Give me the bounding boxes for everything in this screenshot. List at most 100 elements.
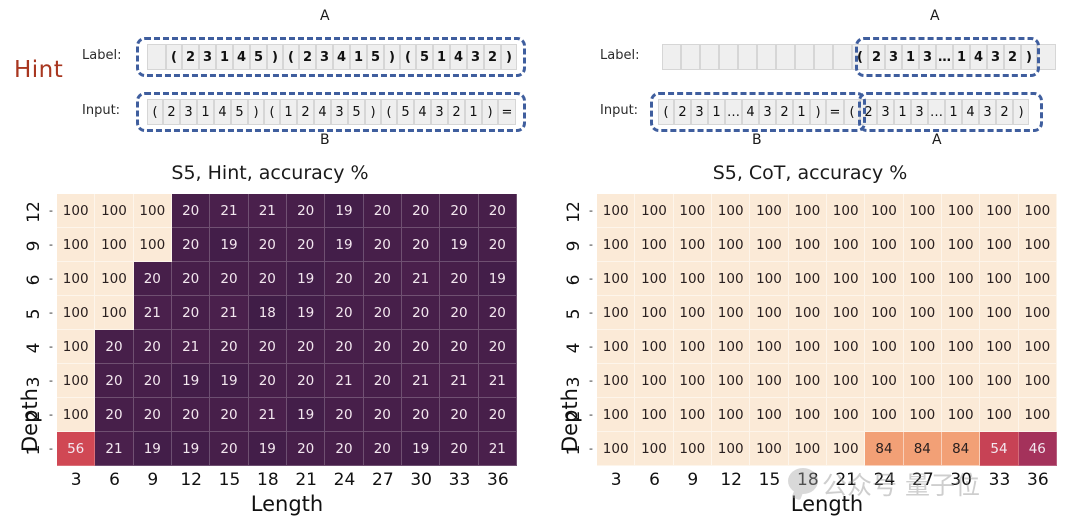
heatmap-cell: 100 xyxy=(635,330,674,364)
heatmap-cell: 100 xyxy=(711,194,751,228)
token-cell: ) xyxy=(1021,44,1037,70)
heatmap-cell: 20 xyxy=(248,330,287,364)
heatmap-cell: 20 xyxy=(133,330,172,364)
token-cell: 5 xyxy=(348,99,365,125)
x-axis-tick: 9 xyxy=(147,470,159,490)
heatmap-cell: 100 xyxy=(865,262,904,296)
input-row-caption-cot: Input: xyxy=(600,103,639,118)
heatmap-grid-cot: 100 100 100 100 100 100 100 100 100 100 100 100 100 1… xyxy=(597,194,1057,466)
token-cell xyxy=(776,44,795,70)
y-axis-tick: 9 xyxy=(24,240,44,252)
heatmap-cell: 100 xyxy=(941,296,981,330)
heatmap-cell: 100 xyxy=(1018,194,1057,228)
heatmap-cell: 100 xyxy=(865,194,904,228)
heatmap-cell: 100 xyxy=(941,330,981,364)
heatmap-cell: 19 xyxy=(478,262,517,296)
heatmap-cell: 100 xyxy=(711,330,751,364)
token-cell xyxy=(833,44,852,70)
diagram-hint: Hint A Label: Input: (2 3 1 4 5)(2 3 4 1 5)(5 1 4 3… xyxy=(0,0,540,152)
token-cell xyxy=(719,44,738,70)
y-axis-tick: 4 xyxy=(24,342,44,354)
heatmap-cell: 100 xyxy=(711,398,751,432)
heatmap-cell: 100 xyxy=(750,432,789,466)
heatmap-cell: 20 xyxy=(286,228,326,262)
heatmap-cell: 20 xyxy=(286,364,326,398)
token-cell: ) xyxy=(810,99,826,125)
x-axis-tick: 21 xyxy=(295,470,317,490)
heatmap-cell: 54 xyxy=(980,432,1019,466)
x-axis-tick: 15 xyxy=(758,470,781,490)
heatmap-cell: 20 xyxy=(440,262,479,296)
heatmap-cell: 100 xyxy=(597,330,636,364)
heatmap-cell: 100 xyxy=(903,296,942,330)
heatmap-cell: 100 xyxy=(788,228,827,262)
token-cell xyxy=(814,44,833,70)
heatmap-cell: 100 xyxy=(57,228,96,262)
heatmap-cell: 100 xyxy=(788,262,827,296)
heatmap-cell: 19 xyxy=(133,432,172,466)
heatmap-cell: 21 xyxy=(95,432,134,466)
heatmap-cell: 100 xyxy=(788,432,827,466)
heatmap-cell: 20 xyxy=(210,398,249,432)
x-axis-tick: 30 xyxy=(950,470,972,490)
x-axis-tick: 33 xyxy=(448,470,471,490)
token-cell: 2 xyxy=(868,44,885,70)
heatmap-cell: 100 xyxy=(980,228,1019,262)
heatmap-cell: 20 xyxy=(478,330,517,364)
heatmap-cell: 20 xyxy=(440,330,479,364)
heatmap-cell: 20 xyxy=(171,262,211,296)
heatmap-cell: 21 xyxy=(401,364,441,398)
token-cell: 1 xyxy=(793,99,810,125)
token-cell: 4 xyxy=(414,99,431,125)
heatmap-cell: 20 xyxy=(401,194,441,228)
heatmap-cell: 21 xyxy=(248,398,287,432)
marker-b-bottom-cot: B xyxy=(752,132,762,148)
heatmap-cell: 20 xyxy=(325,296,364,330)
heatmap-cell: 100 xyxy=(673,364,712,398)
heatmap-cell: 21 xyxy=(325,364,364,398)
token-cell: 1 xyxy=(350,44,367,70)
heatmap-cell: 100 xyxy=(1018,296,1057,330)
heatmap-cell: 100 xyxy=(903,398,942,432)
heatmap-cell: 100 xyxy=(635,194,674,228)
heatmap-cell: 20 xyxy=(363,228,402,262)
heatmap-cell: 100 xyxy=(133,194,172,228)
heatmap-cell: 20 xyxy=(440,194,479,228)
heatmap-cell: 100 xyxy=(95,262,134,296)
y-axis-tick-mark: - xyxy=(49,238,53,251)
heatmap-cell: 100 xyxy=(635,364,674,398)
token-cell: … xyxy=(936,44,953,70)
heatmap-cell: 100 xyxy=(1018,398,1057,432)
heatmap-cell: 100 xyxy=(711,228,751,262)
token-cell: ) xyxy=(384,44,400,70)
x-axis-tick: 33 xyxy=(988,470,1011,490)
token-cell: ( xyxy=(381,99,397,125)
heatmap-cell: 21 xyxy=(478,432,517,466)
y-axis-tick-mark: - xyxy=(49,204,53,217)
heatmap-cell: 20 xyxy=(478,228,517,262)
token-cell: … xyxy=(928,99,945,125)
token-cell: 3 xyxy=(316,44,333,70)
heatmap-cell: 20 xyxy=(133,398,172,432)
heatmap-cell: 100 xyxy=(1018,330,1057,364)
heatmap-cell: 100 xyxy=(826,398,866,432)
y-axis-tick-mark: - xyxy=(49,306,53,319)
heatmap-cell: 100 xyxy=(941,398,981,432)
heatmap-cell: 20 xyxy=(401,398,441,432)
token-cell: 2 xyxy=(448,99,465,125)
heatmap-cell: 100 xyxy=(673,194,712,228)
x-axis-tick: 15 xyxy=(218,470,241,490)
heatmap-cell: 20 xyxy=(248,228,287,262)
token-cell: 1 xyxy=(465,99,482,125)
heatmap-cell: 100 xyxy=(980,194,1019,228)
heatmap-cell: 100 xyxy=(903,262,942,296)
y-axis-tick: 9 xyxy=(564,240,584,252)
y-axis-tick-mark: - xyxy=(589,408,593,421)
x-axis-tick: 9 xyxy=(687,470,699,490)
heatmap-cell: 20 xyxy=(210,432,249,466)
heatmap-cell: 20 xyxy=(440,398,479,432)
heatmap-cell: 20 xyxy=(210,262,249,296)
token-cell: 5 xyxy=(250,44,267,70)
heatmap-cell: 100 xyxy=(1018,262,1057,296)
heatmap-cell: 19 xyxy=(248,432,287,466)
